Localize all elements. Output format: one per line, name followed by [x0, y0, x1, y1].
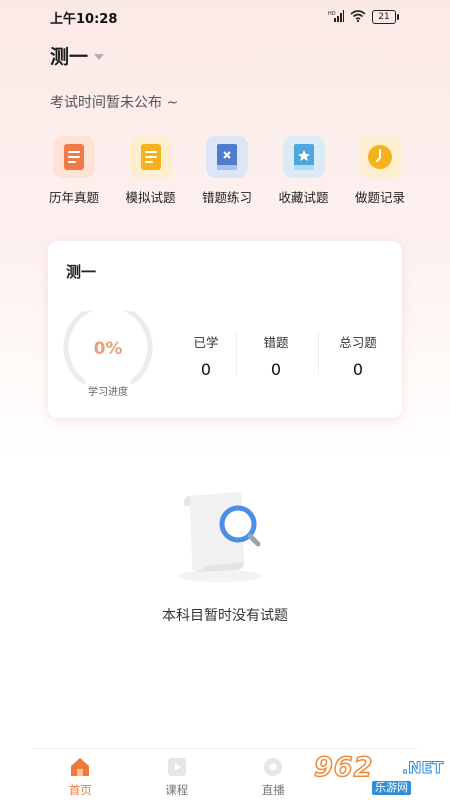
chevron-down-icon: [94, 54, 105, 60]
tab-live[interactable]: 直播: [225, 749, 322, 800]
tab-label: 直播: [261, 783, 285, 797]
stat-value: 0: [200, 360, 212, 379]
feature-label: 模拟试题: [125, 190, 176, 205]
tab-label: 课程: [165, 783, 189, 797]
empty-state-message: 本科目暂时没有试题: [162, 608, 288, 624]
home-icon: [68, 755, 92, 779]
feature-past-exams[interactable]: 历年真题: [37, 136, 111, 206]
feature-label: 收藏试题: [278, 190, 329, 205]
document-icon: [53, 136, 95, 178]
wrong-book-icon: [206, 136, 248, 178]
tab-courses[interactable]: 课程: [129, 749, 226, 800]
note-icon: [129, 136, 172, 178]
progress-ring: 0% 学习进度: [62, 302, 154, 403]
tab-label: 首页: [68, 783, 92, 797]
stat-total: 总习题 0: [318, 332, 398, 379]
wifi-icon: [350, 7, 366, 26]
stat-label: 总习题: [339, 335, 377, 350]
live-icon: [261, 755, 285, 779]
feature-history[interactable]: 做题记录: [343, 136, 417, 206]
battery-icon: 21: [372, 9, 399, 24]
feature-mock-exams[interactable]: 模拟试题: [114, 136, 188, 206]
empty-search-illustration: [160, 478, 280, 588]
site-watermark: 962 .NET 乐游网: [313, 751, 444, 796]
feature-shortcuts: 历年真题 模拟试题 错题练习 收藏试题 做题记录: [37, 136, 417, 206]
star-book-icon: [282, 136, 325, 178]
play-icon: [165, 755, 189, 779]
signal-icon: HD: [328, 7, 344, 26]
progress-card[interactable]: 测一 0% 学习进度 已学 0 错题 0 总习题 0: [48, 241, 402, 418]
progress-label: 学习进度: [88, 387, 128, 398]
card-title: 测一: [66, 263, 97, 281]
feature-label: 历年真题: [48, 190, 99, 205]
home-screen: 上午10:28 HD 21 测一 考试时间暂未公布 ~ 历年真题 模拟试题 错题…: [0, 0, 450, 800]
feature-label: 错题练习: [201, 190, 252, 205]
watermark-number: 962: [313, 751, 374, 784]
clock-icon: [359, 136, 401, 178]
watermark-name: 乐游网: [372, 781, 411, 795]
progress-percent: 0%: [93, 339, 123, 359]
status-time: 上午10:28: [50, 12, 118, 27]
svg-text:HD: HD: [328, 11, 336, 17]
stat-value: 0: [352, 360, 364, 379]
exam-time-notice: 考试时间暂未公布 ~: [50, 95, 179, 111]
stat-wrong: 错题 0: [236, 332, 316, 379]
status-bar: 上午10:28 HD 21: [0, 0, 450, 30]
stat-learned: 已学 0: [166, 332, 246, 379]
subject-title: 测一: [50, 46, 89, 68]
stat-value: 0: [270, 360, 282, 379]
tab-home[interactable]: 首页: [32, 749, 129, 800]
feature-label: 做题记录: [354, 190, 405, 205]
feature-wrong-questions[interactable]: 错题练习: [190, 136, 264, 206]
stat-label: 已学: [193, 335, 219, 350]
watermark-suffix: .NET: [401, 758, 444, 778]
subject-selector[interactable]: 测一: [50, 42, 105, 69]
feature-favorites[interactable]: 收藏试题: [267, 136, 341, 206]
status-icons: HD 21: [328, 7, 399, 26]
stat-label: 错题: [263, 335, 289, 350]
